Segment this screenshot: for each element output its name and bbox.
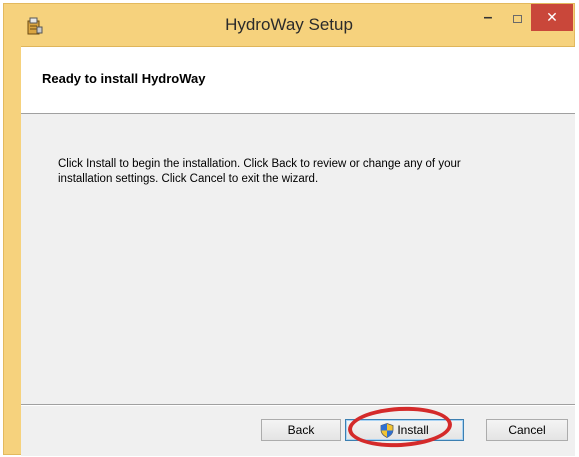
setup-window: HydroWay Setup – ✕ Ready to install Hydr… [3, 3, 575, 456]
close-button[interactable]: ✕ [531, 4, 573, 31]
title-bar[interactable]: HydroWay Setup – ✕ [4, 4, 574, 46]
cancel-button[interactable]: Cancel [486, 419, 568, 441]
close-icon: ✕ [546, 9, 558, 25]
wizard-banner: Ready to install HydroWay [21, 47, 575, 114]
page-title: Ready to install HydroWay [42, 71, 206, 86]
minimize-button[interactable]: – [474, 4, 502, 31]
uac-shield-icon [380, 422, 394, 438]
minimize-icon: – [483, 8, 493, 26]
install-button[interactable]: Install [345, 419, 464, 441]
instruction-text: Click Install to begin the installation.… [58, 158, 461, 185]
install-button-label: Install [397, 423, 429, 437]
maximize-button[interactable] [504, 4, 530, 31]
footer-divider [21, 404, 575, 406]
maximize-icon [512, 14, 522, 23]
wizard-content: Ready to install HydroWay Click Install … [21, 46, 575, 456]
back-button[interactable]: Back [261, 419, 341, 441]
